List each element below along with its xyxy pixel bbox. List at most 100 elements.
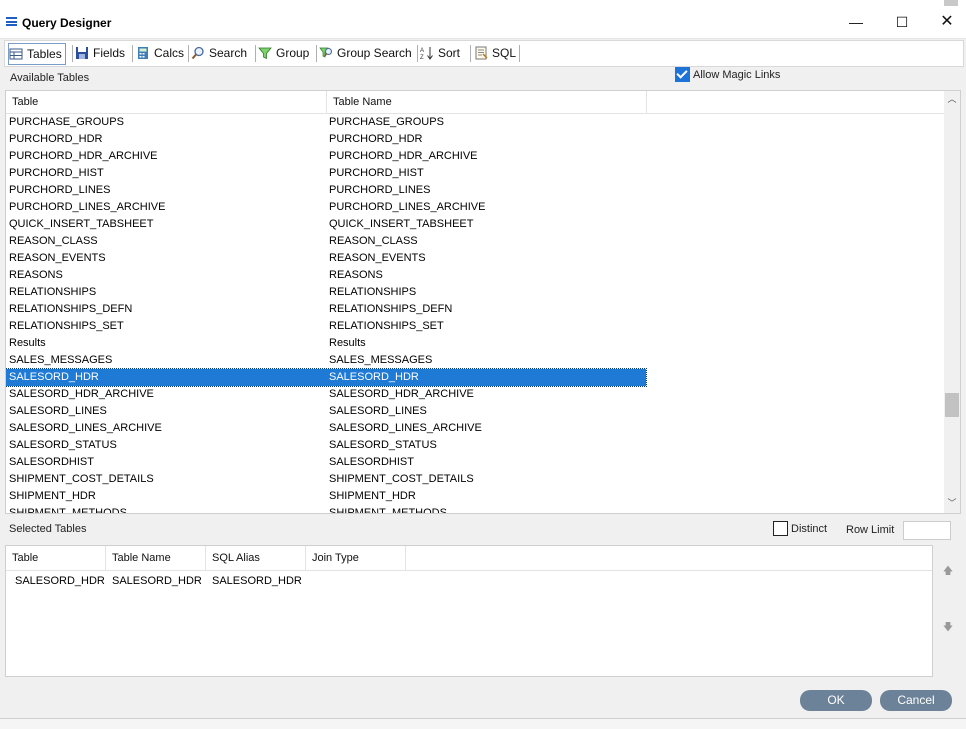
cell-table-name: SALESORDHIST <box>329 456 414 468</box>
selected-tables-bar: Selected Tables Distinct Row Limit <box>5 518 959 542</box>
table-row[interactable]: REASON_EVENTS REASON_EVENTS <box>6 250 646 267</box>
selected-row-table[interactable]: SALESORD_HDR <box>15 573 105 589</box>
table-row[interactable]: PURCHORD_HDR PURCHORD_HDR <box>6 131 646 148</box>
funnel-filter-icon <box>258 46 272 60</box>
tab-label: Sort <box>438 46 461 60</box>
calculator-icon <box>136 46 150 60</box>
tab-group-search[interactable]: Group Search <box>319 43 415 63</box>
move-up-arrow-icon[interactable]: 🡅 <box>941 564 955 577</box>
allow-magic-links-checkbox[interactable]: Allow Magic Links <box>675 67 781 84</box>
cell-table: PURCHORD_HDR <box>9 133 103 145</box>
title-bar: Query Designer — ☐ ✕ <box>0 0 966 39</box>
toolbar-separator <box>316 45 317 62</box>
distinct-checkbox[interactable]: Distinct <box>773 521 827 537</box>
minimize-button[interactable]: — <box>841 10 871 34</box>
table-row[interactable]: REASON_CLASS REASON_CLASS <box>6 233 646 250</box>
selected-row-sql-alias[interactable]: SALESORD_HDR <box>212 573 302 589</box>
table-row[interactable]: REASONS REASONS <box>6 267 646 284</box>
toolbar-separator <box>255 45 256 62</box>
table-row[interactable]: PURCHORD_HIST PURCHORD_HIST <box>6 165 646 182</box>
tab-group[interactable]: Group <box>258 43 312 63</box>
cell-table: SALESORD_HDR <box>9 371 99 383</box>
cell-table: REASONS <box>9 269 63 281</box>
checkbox-checked-icon[interactable] <box>675 67 690 82</box>
table-row[interactable]: SALESORD_HDR SALESORD_HDR <box>6 368 647 387</box>
cell-table: SALESORD_HDR_ARCHIVE <box>9 388 154 400</box>
cell-table-name: RELATIONSHIPS_SET <box>329 320 444 332</box>
table-row[interactable]: QUICK_INSERT_TABSHEET QUICK_INSERT_TABSHE… <box>6 216 646 233</box>
tab-tables[interactable]: Tables <box>8 43 66 65</box>
selected-tables-grid[interactable]: Table Table Name SQL Alias Join Type SAL… <box>5 545 933 677</box>
tab-label: Tables <box>27 47 62 61</box>
toolbar-separator <box>72 45 73 62</box>
table-row[interactable]: RELATIONSHIPS_SET RELATIONSHIPS_SET <box>6 318 646 335</box>
table-row[interactable]: PURCHASE_GROUPS PURCHASE_GROUPS <box>6 114 646 131</box>
table-row[interactable]: PURCHORD_HDR_ARCHIVE PURCHORD_HDR_ARCHIVE <box>6 148 646 165</box>
cell-table-name: REASONS <box>329 269 383 281</box>
checkbox-unchecked-icon[interactable] <box>773 521 788 536</box>
column-header-table[interactable]: Table <box>6 546 106 570</box>
column-header-sql-alias[interactable]: SQL Alias <box>206 546 306 570</box>
column-header-table[interactable]: Table <box>6 91 327 113</box>
designer-toolbar: Tables Fields Calcs Search Group Group S… <box>4 40 964 67</box>
cancel-button[interactable]: Cancel <box>880 690 952 711</box>
svg-text:Z: Z <box>420 55 424 60</box>
selected-row-table-name[interactable]: SALESORD_HDR <box>112 573 202 589</box>
column-header-table-name[interactable]: Table Name <box>106 546 206 570</box>
tab-sql[interactable]: SQL <box>474 43 519 63</box>
close-button[interactable]: ✕ <box>932 10 962 34</box>
tab-calcs[interactable]: Calcs <box>136 43 187 63</box>
table-row[interactable]: Results Results <box>6 335 646 352</box>
cell-table-name: SALESORD_LINES <box>329 405 427 417</box>
table-row[interactable]: RELATIONSHIPS_DEFN RELATIONSHIPS_DEFN <box>6 301 646 318</box>
table-row[interactable]: SHIPMENT_METHODS SHIPMENT_METHODS <box>6 505 646 514</box>
table-row[interactable]: PURCHORD_LINES_ARCHIVE PURCHORD_LINES_ARC… <box>6 199 646 216</box>
cell-table-name: SALESORD_HDR <box>329 371 419 383</box>
scroll-down-arrow-icon[interactable]: ﹀ <box>944 497 960 509</box>
table-row[interactable]: SALES_MESSAGES SALES_MESSAGES <box>6 352 646 369</box>
table-row[interactable]: SALESORDHIST SALESORDHIST <box>6 454 646 471</box>
cell-table-name: SHIPMENT_COST_DETAILS <box>329 473 474 485</box>
tab-sort[interactable]: AZ Sort <box>420 43 463 63</box>
table-row[interactable]: PURCHORD_LINES PURCHORD_LINES <box>6 182 646 199</box>
background-window-edge <box>0 718 966 729</box>
column-header-table-name[interactable]: Table Name <box>327 91 647 113</box>
cell-table-name: REASON_EVENTS <box>329 252 426 264</box>
table-row[interactable]: SALESORD_LINES_ARCHIVE SALESORD_LINES_ARC… <box>6 420 646 437</box>
hamburger-menu-icon[interactable] <box>6 17 17 26</box>
available-tables-grid[interactable]: Table Table Name PURCHASE_GROUPS PURCHASE… <box>5 90 961 514</box>
cell-table: REASON_CLASS <box>9 235 98 247</box>
scrollbar-thumb[interactable] <box>945 393 959 417</box>
table-row[interactable]: SALESORD_STATUS SALESORD_STATUS <box>6 437 646 454</box>
cell-table: SALESORD_LINES_ARCHIVE <box>9 422 162 434</box>
cell-table: RELATIONSHIPS_DEFN <box>9 303 133 315</box>
table-row[interactable]: RELATIONSHIPS RELATIONSHIPS <box>6 284 646 301</box>
move-down-arrow-icon[interactable]: 🡇 <box>941 620 955 633</box>
cell-table: QUICK_INSERT_TABSHEET <box>9 218 154 230</box>
toolbar-separator <box>470 45 471 62</box>
cell-table: REASON_EVENTS <box>9 252 106 264</box>
ok-button[interactable]: OK <box>800 690 872 711</box>
tab-label: Calcs <box>154 46 185 60</box>
table-row[interactable]: SHIPMENT_COST_DETAILS SHIPMENT_COST_DETAI… <box>6 471 646 488</box>
maximize-button[interactable]: ☐ <box>887 10 917 34</box>
table-row[interactable]: SHIPMENT_HDR SHIPMENT_HDR <box>6 488 646 505</box>
column-header-join-type[interactable]: Join Type <box>306 546 406 570</box>
toolbar-separator <box>188 45 189 62</box>
cell-table-name: SHIPMENT_METHODS <box>329 507 447 514</box>
row-limit-input[interactable] <box>903 521 951 540</box>
table-row[interactable]: SALESORD_LINES SALESORD_LINES <box>6 403 646 420</box>
cell-table-name: REASON_CLASS <box>329 235 418 247</box>
scroll-up-arrow-icon[interactable]: ︿ <box>944 93 960 105</box>
cell-table: PURCHORD_LINES <box>9 184 111 196</box>
available-rows: PURCHASE_GROUPS PURCHASE_GROUPS PURCHORD_H… <box>6 114 944 514</box>
available-tables-label: Available Tables <box>10 72 90 84</box>
tab-search[interactable]: Search <box>191 43 250 63</box>
magnifier-icon <box>191 46 205 60</box>
allow-magic-links-label: Allow Magic Links <box>693 69 781 82</box>
vertical-scrollbar[interactable]: ︿ ﹀ <box>944 91 960 513</box>
table-row[interactable]: SALESORD_HDR_ARCHIVE SALESORD_HDR_ARCHIVE <box>6 386 646 403</box>
tab-fields[interactable]: Fields <box>75 43 128 63</box>
selected-tables-label: Selected Tables <box>9 523 87 535</box>
cell-table-name: PURCHASE_GROUPS <box>329 116 444 128</box>
